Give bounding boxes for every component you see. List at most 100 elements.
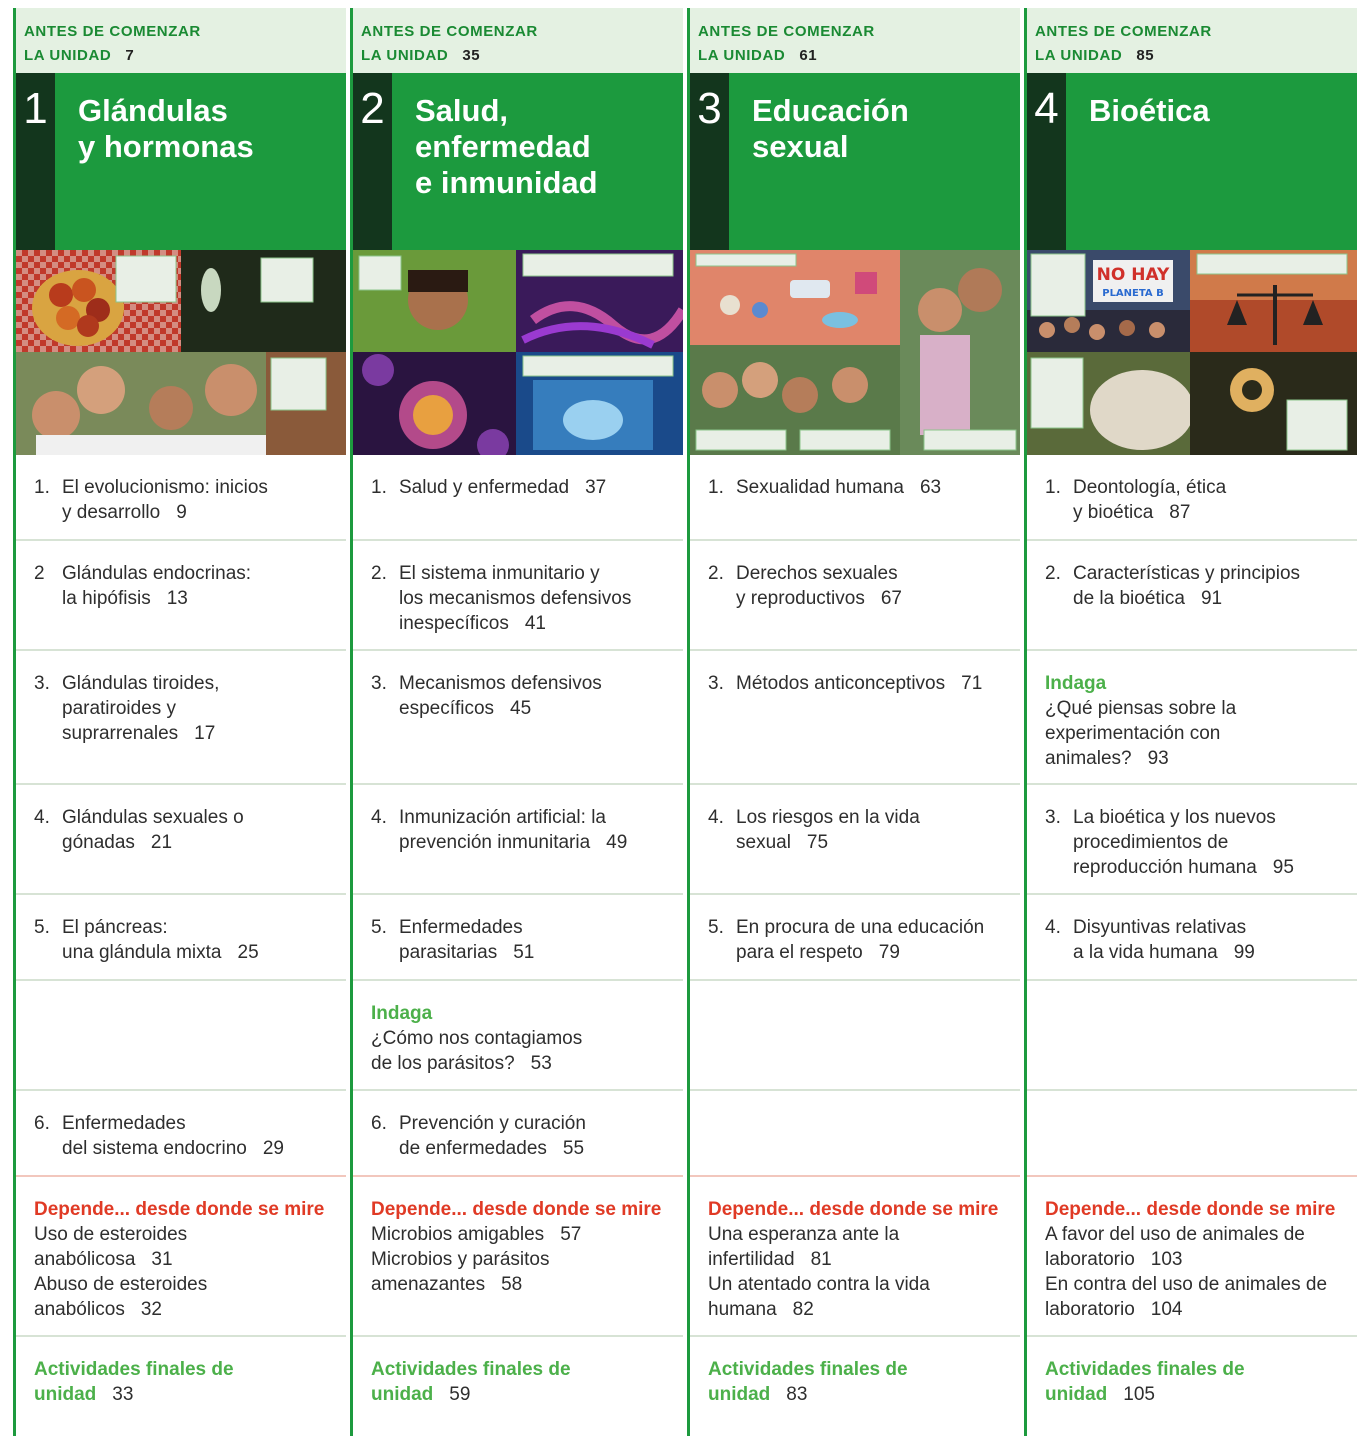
final-activities[interactable]: Actividades finales de unidad 59	[353, 1337, 683, 1436]
page-number: 105	[1123, 1384, 1155, 1405]
lesson-title-text: Glándulas endocrinas:	[62, 563, 252, 584]
depende-item-text: Uso de esteroides	[34, 1224, 188, 1245]
depende-heading[interactable]: Depende... desde donde se mire	[1045, 1197, 1345, 1222]
indaga-question-text: de los parásitos?	[371, 1053, 515, 1074]
unit-title-line: Glándulas	[78, 93, 228, 128]
depende-item-line[interactable]: Abuso de esteroides	[34, 1272, 334, 1297]
toc-entry[interactable]: 2 Glándulas endocrinas: la hipófisis 13	[34, 561, 334, 611]
indaga-entry[interactable]: Indaga ¿Qué piensas sobre la experimentaci…	[1045, 671, 1345, 771]
toc-row: 1. Salud y enfermedad 37	[353, 455, 683, 541]
toc-entry[interactable]: 4. Inmunización artificial: la prevención …	[371, 805, 671, 855]
toc-entry[interactable]: 2. El sistema inmunitario y los mecanismos…	[371, 561, 671, 636]
lesson-title-text: Enfermedades	[62, 1113, 186, 1134]
final-activities-line: Actividades finales de	[34, 1357, 334, 1382]
toc-entry[interactable]: 2. Derechos sexuales y reproductivos 67	[708, 561, 1008, 611]
unit-title-line: y hormonas	[78, 129, 254, 164]
toc-row: 6. Enfermedades del sistema endocrino 29	[16, 1091, 346, 1177]
toc-entry[interactable]: 4. Disyuntivas relativas a la vida humana 9…	[1045, 915, 1345, 965]
indaga-question-text: ¿Cómo nos contagiamos	[371, 1028, 583, 1049]
toc-entry[interactable]: 6. Enfermedades del sistema endocrino 29	[34, 1111, 334, 1161]
before-label-text: LA UNIDAD	[698, 47, 786, 64]
lesson-title-line: Enfermedades	[62, 1111, 334, 1136]
depende-item-line[interactable]: Microbios y parásitos	[371, 1247, 671, 1272]
toc-entry[interactable]: 2. Características y principios de la bioé…	[1045, 561, 1345, 611]
final-activities-text: Actividades finales de	[708, 1359, 908, 1380]
before-unit-header[interactable]: ANTES DE COMENZAR LA UNIDAD 7	[16, 8, 346, 73]
depende-item-line[interactable]: humana 82	[708, 1297, 1008, 1322]
depende-item-line[interactable]: A favor del uso de animales de	[1045, 1222, 1345, 1247]
lesson-title: Los riesgos en la vida sexual 75	[736, 805, 1008, 855]
unit-photos	[353, 250, 683, 455]
lesson-title: Inmunización artificial: la prevención in…	[399, 805, 671, 855]
depende-item-line[interactable]: Microbios amigables 57	[371, 1222, 671, 1247]
toc-entry[interactable]: 3. La bioética y los nuevos procedimientos…	[1045, 805, 1345, 880]
before-unit-header[interactable]: ANTES DE COMENZAR LA UNIDAD 85	[1027, 8, 1357, 73]
lesson-title-line: Derechos sexuales	[736, 561, 1008, 586]
lesson-number: 1.	[34, 477, 50, 498]
depende-section: Depende... desde donde se mire Microbios …	[353, 1177, 683, 1337]
before-label-text: LA UNIDAD	[24, 47, 112, 64]
lesson-title-line: los mecanismos defensivos	[399, 586, 671, 611]
page-number: 55	[562, 1138, 585, 1159]
depende-item-text: laboratorio	[1045, 1249, 1135, 1270]
lesson-title-text: El sistema inmunitario y	[399, 563, 600, 584]
lesson-title-line: Métodos anticonceptivos 71	[736, 671, 1008, 696]
depende-heading[interactable]: Depende... desde donde se mire	[371, 1197, 671, 1222]
toc-entry[interactable]: 1. Deontología, ética y bioética 87	[1045, 475, 1345, 525]
toc-entry[interactable]: 5. En procura de una educación para el res…	[708, 915, 1008, 965]
indaga-entry[interactable]: Indaga ¿Cómo nos contagiamos de los parási…	[371, 1001, 671, 1076]
depende-item-line[interactable]: laboratorio 103	[1045, 1247, 1345, 1272]
final-activities-text: unidad	[371, 1384, 434, 1405]
depende-item-line[interactable]: anabólicos 32	[34, 1297, 334, 1322]
unit-number: 4	[1027, 73, 1066, 250]
before-label-line2: LA UNIDAD 85	[1035, 44, 1357, 68]
depende-item-line[interactable]: Una esperanza ante la	[708, 1222, 1008, 1247]
depende-item-line[interactable]: infertilidad 81	[708, 1247, 1008, 1272]
before-unit-header[interactable]: ANTES DE COMENZAR LA UNIDAD 35	[353, 8, 683, 73]
toc-row: 6. Prevención y curación de enfermedades 55	[353, 1091, 683, 1177]
lesson-title-line: Disyuntivas relativas	[1073, 915, 1345, 940]
toc-entry[interactable]: 4. Glándulas sexuales o gónadas 21	[34, 805, 334, 855]
depende-item-line[interactable]: Un atentado contra la vida	[708, 1272, 1008, 1297]
page-number: 21	[150, 832, 173, 853]
lesson-title-text: la hipófisis	[62, 588, 151, 609]
lesson-number: 4.	[708, 807, 724, 828]
toc-row: 5. En procura de una educación para el res…	[690, 895, 1020, 981]
depende-heading[interactable]: Depende... desde donde se mire	[708, 1197, 1008, 1222]
final-activities[interactable]: Actividades finales de unidad 33	[16, 1337, 346, 1436]
depende-item-line[interactable]: anabólicosa 31	[34, 1247, 334, 1272]
depende-item-line[interactable]: Uso de esteroides	[34, 1222, 334, 1247]
final-activities-line: unidad 105	[1045, 1382, 1345, 1407]
toc-entry[interactable]: 6. Prevención y curación de enfermedades 55	[371, 1111, 671, 1161]
final-activities[interactable]: Actividades finales de unidad 105	[1027, 1337, 1357, 1436]
depende-item-line[interactable]: En contra del uso de animales de	[1045, 1272, 1345, 1297]
lesson-title-text: a la vida humana	[1073, 942, 1218, 963]
toc-entry[interactable]: 5. El páncreas: una glándula mixta 25	[34, 915, 334, 965]
depende-heading[interactable]: Depende... desde donde se mire	[34, 1197, 334, 1222]
depende-item-line[interactable]: amenazantes 58	[371, 1272, 671, 1297]
toc-entry[interactable]: 1. El evolucionismo: inicios y desarrollo 9	[34, 475, 334, 525]
lesson-title-text: El páncreas:	[62, 917, 168, 938]
lesson-title-text: Glándulas sexuales o	[62, 807, 244, 828]
toc-entry[interactable]: 3. Mecanismos defensivos específicos 45	[371, 671, 671, 721]
toc-row: Indaga ¿Cómo nos contagiamos de los parási…	[353, 981, 683, 1091]
toc-entry[interactable]: 3. Métodos anticonceptivos 71	[708, 671, 1008, 696]
unit-title: Salud, enfermedad e inmunidad	[415, 93, 673, 201]
toc-entry[interactable]: 1. Sexualidad humana 63	[708, 475, 1008, 500]
before-label-line2: LA UNIDAD 7	[24, 44, 346, 68]
lesson-title-text: los mecanismos defensivos	[399, 588, 632, 609]
toc-entry[interactable]: 4. Los riesgos en la vida sexual 75	[708, 805, 1008, 855]
depende-item-line[interactable]: laboratorio 104	[1045, 1297, 1345, 1322]
toc-entry[interactable]: 1. Salud y enfermedad 37	[371, 475, 671, 500]
lesson-title-text: de enfermedades	[399, 1138, 547, 1159]
toc-row: 4. Glándulas sexuales o gónadas 21	[16, 785, 346, 895]
lesson-number: 5.	[371, 917, 387, 938]
lesson-number: 4.	[1045, 917, 1061, 938]
lesson-title-text: procedimientos de	[1073, 832, 1229, 853]
before-unit-header[interactable]: ANTES DE COMENZAR LA UNIDAD 61	[690, 8, 1020, 73]
final-activities[interactable]: Actividades finales de unidad 83	[690, 1337, 1020, 1436]
toc-row: 1. Sexualidad humana 63	[690, 455, 1020, 541]
toc-entry[interactable]: 3. Glándulas tiroides, paratiroides y supra…	[34, 671, 334, 746]
lesson-title: Prevención y curación de enfermedades 55	[399, 1111, 671, 1161]
toc-entry[interactable]: 5. Enfermedades parasitarias 51	[371, 915, 671, 965]
